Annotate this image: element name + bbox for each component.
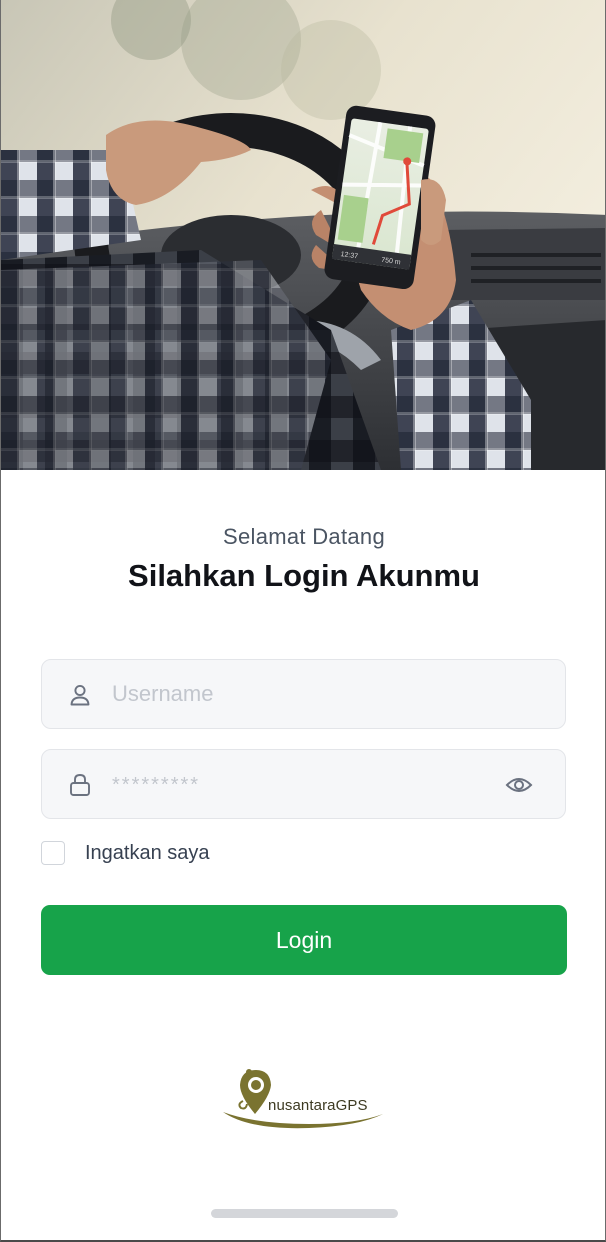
user-icon xyxy=(70,684,90,706)
password-input[interactable] xyxy=(112,750,512,818)
remember-me[interactable]: Ingatkan saya xyxy=(41,839,210,867)
home-indicator[interactable] xyxy=(211,1209,398,1218)
brand-logo: nusantaraGPS xyxy=(219,1066,389,1132)
username-field[interactable] xyxy=(41,659,566,729)
username-input[interactable] xyxy=(112,660,512,728)
remember-label: Ingatkan saya xyxy=(85,841,210,864)
lock-icon xyxy=(70,774,90,796)
greeting-text: Selamat Datang xyxy=(223,524,385,549)
page-title: Silahkan Login Akunmu xyxy=(128,558,480,593)
remember-checkbox[interactable] xyxy=(41,841,65,865)
login-button[interactable]: Login xyxy=(41,905,567,975)
eye-icon[interactable] xyxy=(505,772,533,798)
password-field[interactable] xyxy=(41,749,566,819)
login-screen: 12:37 750 m Selamat Datang Silahkan Logi… xyxy=(0,0,606,1242)
hero-image: 12:37 750 m xyxy=(1,0,605,470)
brand-name: nusantaraGPS xyxy=(268,1097,368,1114)
